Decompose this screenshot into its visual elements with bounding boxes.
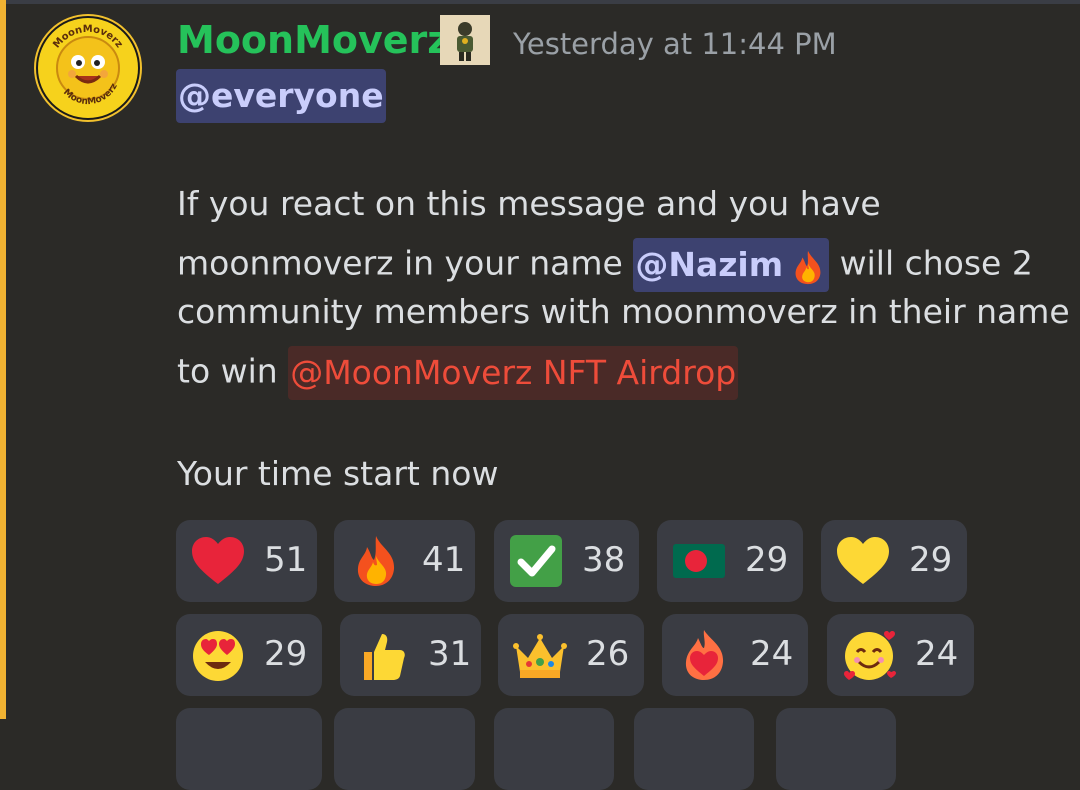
author-username[interactable]: MoonMoverz	[177, 18, 449, 62]
reaction-red-heart[interactable]: 51	[176, 520, 317, 602]
reaction-bangladesh-flag[interactable]: 29	[657, 520, 803, 602]
reaction-partial[interactable]	[494, 708, 614, 790]
reaction-count: 51	[264, 540, 308, 580]
heart-on-fire-icon	[685, 630, 724, 680]
reaction-crown[interactable]: 26	[498, 614, 644, 696]
reaction-partial[interactable]	[176, 708, 322, 790]
role-badge-icon[interactable]	[440, 15, 490, 65]
avatar[interactable]: MoonMoverz MoonMoverz	[34, 14, 142, 122]
mention-user-label: @Nazim	[635, 245, 784, 284]
message-line-2-text-post: will chose 2	[829, 243, 1033, 283]
fire-icon	[357, 536, 395, 586]
reaction-partial[interactable]	[776, 708, 896, 790]
mention-role-airdrop[interactable]: @MoonMoverz NFT Airdrop	[288, 346, 739, 400]
reaction-count: 24	[750, 634, 794, 674]
reaction-count: 29	[264, 634, 308, 674]
reaction-yellow-heart[interactable]: 29	[821, 520, 967, 602]
reaction-thumbs-up[interactable]: 31	[340, 614, 481, 696]
reaction-check-mark[interactable]: 38	[494, 520, 639, 602]
reaction-count: 24	[915, 634, 959, 674]
red-heart-icon	[192, 537, 244, 584]
reaction-count: 26	[586, 634, 630, 674]
reaction-partial[interactable]	[634, 708, 754, 790]
yellow-heart-icon	[837, 537, 889, 584]
message-line-4: to win @MoonMoverz NFT Airdrop	[177, 346, 739, 400]
reaction-heart-eyes[interactable]: 29	[176, 614, 322, 696]
fire-icon	[795, 250, 821, 284]
moonmoverz-logo-icon: MoonMoverz MoonMoverz	[38, 18, 138, 118]
smiling-hearts-icon	[844, 631, 896, 680]
message-line-2: moonmoverz in your name @Nazim will chos…	[177, 238, 1033, 292]
check-mark-icon	[510, 535, 562, 587]
reaction-count: 31	[428, 634, 472, 674]
message-line-5: Your time start now	[177, 454, 499, 493]
heart-eyes-icon	[193, 631, 243, 681]
reaction-count: 38	[582, 540, 626, 580]
crown-icon	[513, 634, 567, 678]
reaction-smiling-hearts[interactable]: 24	[827, 614, 974, 696]
reaction-heart-on-fire[interactable]: 24	[662, 614, 808, 696]
reaction-count: 29	[745, 540, 789, 580]
reaction-partial[interactable]	[334, 708, 475, 790]
mention-everyone[interactable]: @everyone	[176, 69, 386, 123]
mention-highlight-bar	[0, 0, 6, 719]
top-divider	[0, 0, 1080, 4]
bangladesh-flag-icon	[673, 544, 725, 578]
reaction-fire[interactable]: 41	[334, 520, 475, 602]
message-line-3: community members with moonmoverz in the…	[177, 292, 1070, 331]
thumbs-up-icon	[364, 634, 405, 680]
reaction-count: 29	[909, 540, 953, 580]
reaction-count: 41	[422, 540, 466, 580]
mention-user-nazim[interactable]: @Nazim	[633, 238, 830, 292]
message-line-4-text: to win	[177, 351, 289, 391]
message-timestamp[interactable]: Yesterday at 11:44 PM	[513, 27, 837, 61]
message-line-2-text: moonmoverz in your name	[177, 243, 634, 283]
message-line-1: If you react on this message and you hav…	[177, 184, 881, 223]
